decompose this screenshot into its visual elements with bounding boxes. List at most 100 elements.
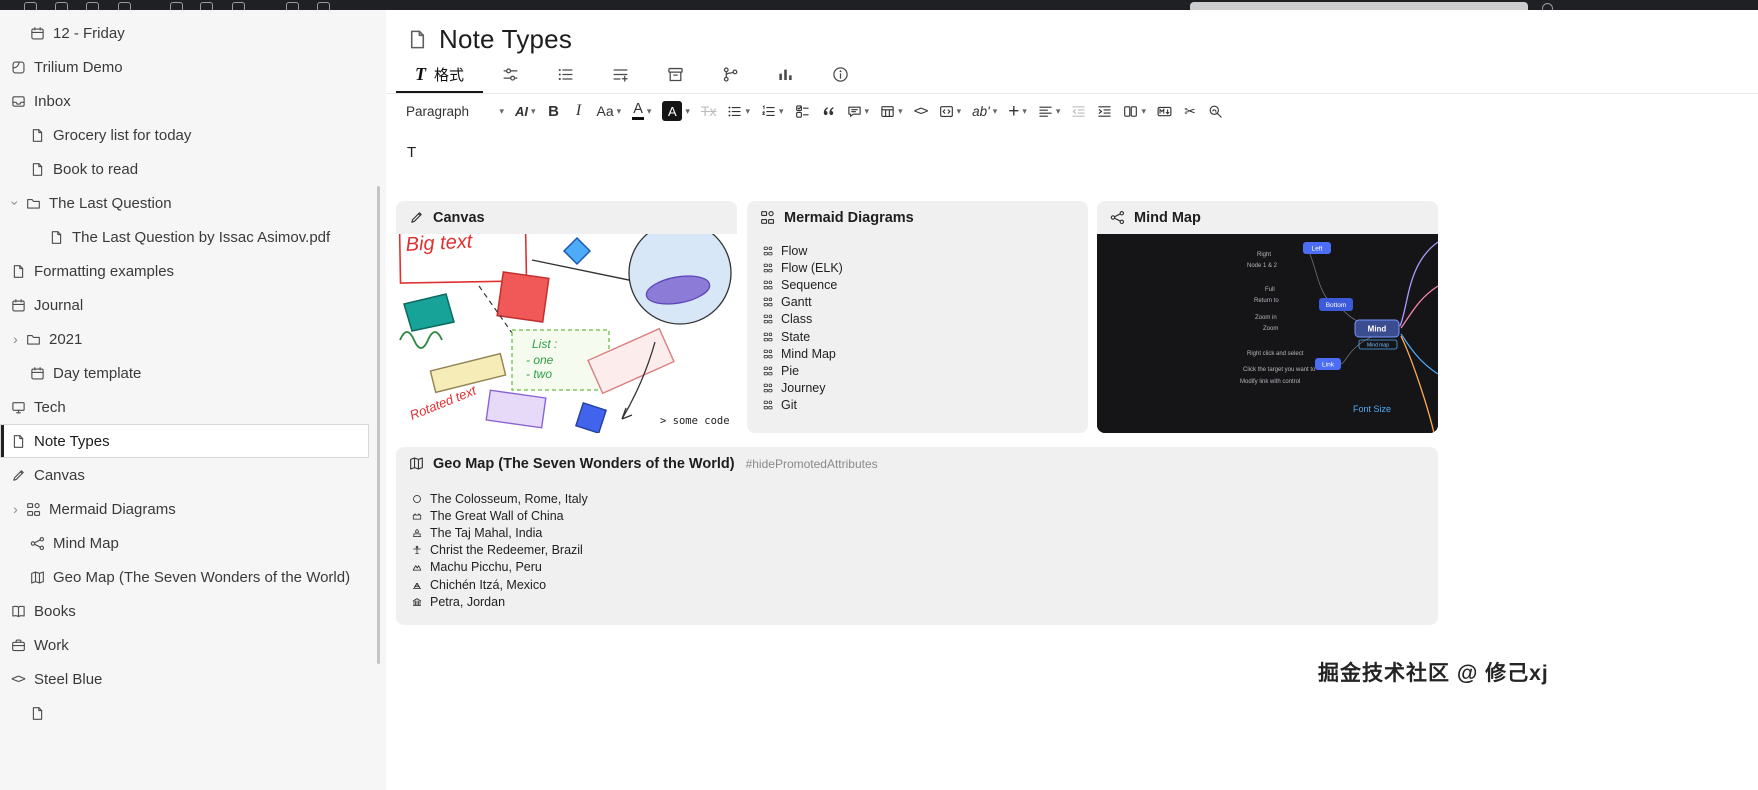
- history-back-icon[interactable]: [55, 2, 68, 10]
- markdown-button[interactable]: [1153, 97, 1176, 125]
- font-color-dropdown[interactable]: A ▾: [628, 97, 655, 125]
- remove-format-button[interactable]: Tx: [697, 97, 721, 125]
- ai-dropdown[interactable]: AI ▾: [511, 97, 540, 125]
- outdent-button[interactable]: [1067, 97, 1090, 125]
- insert-table-dropdown[interactable]: ▾: [876, 97, 907, 125]
- tree-item-books[interactable]: Books: [0, 594, 369, 628]
- inline-code-button[interactable]: <>: [910, 97, 932, 125]
- tab-note-paths[interactable]: [648, 57, 703, 93]
- numbered-list-dropdown[interactable]: ▾: [757, 97, 788, 125]
- geo-item-petra-jordan[interactable]: Petra, Jordan: [410, 593, 1424, 610]
- history-forward-icon[interactable]: [86, 2, 99, 10]
- indent-button[interactable]: [1093, 97, 1116, 125]
- tree-item-inbox[interactable]: Inbox: [0, 84, 369, 118]
- tree-item-mind-map[interactable]: Mind Map: [0, 526, 369, 560]
- menu-icon[interactable]: [24, 2, 37, 10]
- bulleted-list-dropdown[interactable]: ▾: [723, 97, 754, 125]
- tree-item-journal[interactable]: Journal: [0, 288, 369, 322]
- alignment-dropdown[interactable]: ▾: [1034, 97, 1065, 125]
- card-title: Canvas: [433, 209, 485, 226]
- insert-dropdown[interactable]: + ▾: [1004, 97, 1031, 125]
- tab-note-map[interactable]: [703, 57, 758, 93]
- mermaid-list: Flow Flow (ELK) Sequence Gantt Class State Min…: [747, 234, 1088, 414]
- new-tab-icon[interactable]: [118, 2, 131, 10]
- background-color-dropdown[interactable]: A ▾: [658, 97, 694, 125]
- bookmark-icon[interactable]: [317, 2, 330, 10]
- font-size-dropdown[interactable]: Aa ▾: [593, 97, 626, 125]
- tree-item-trilium-demo[interactable]: Trilium Demo: [0, 50, 369, 84]
- list-icon: [557, 66, 574, 83]
- mermaid-item-mind-map[interactable]: Mind Map: [761, 345, 1074, 362]
- tree-item-geo-map-the-seven-wonders-of-the-world[interactable]: Geo Map (The Seven Wonders of the World): [0, 560, 369, 594]
- geo-item-chich-n-itz-mexico[interactable]: Chichén Itzá, Mexico: [410, 576, 1424, 593]
- note-content[interactable]: T: [386, 128, 1758, 161]
- tree-item-canvas[interactable]: Canvas: [0, 458, 369, 492]
- tab-basic-properties[interactable]: [483, 57, 538, 93]
- quick-search-input[interactable]: [1190, 2, 1528, 10]
- layout-dropdown[interactable]: ▾: [1119, 97, 1150, 125]
- window-icon[interactable]: [286, 2, 299, 10]
- paragraph-dropdown[interactable]: Paragraph ▾: [402, 97, 508, 125]
- card-geomap-header[interactable]: Geo Map (The Seven Wonders of the World)…: [396, 447, 1438, 480]
- mermaid-item-flow[interactable]: Flow: [761, 242, 1074, 259]
- note-title[interactable]: Note Types: [439, 24, 572, 55]
- tree-item-tech[interactable]: Tech: [0, 390, 369, 424]
- card-mindmap-header[interactable]: Mind Map: [1097, 201, 1438, 234]
- geo-item-the-taj-mahal-india[interactable]: The Taj Mahal, India: [410, 524, 1424, 541]
- command-icon[interactable]: [232, 2, 245, 10]
- tree-scrollbar[interactable]: [377, 186, 380, 664]
- canvas-list-line: - two: [526, 367, 552, 381]
- canvas-list-line: List :: [532, 337, 557, 351]
- tree-item-formatting-examples[interactable]: Formatting examples: [0, 254, 369, 288]
- mermaid-item-pie[interactable]: Pie: [761, 362, 1074, 379]
- tree-item-work[interactable]: Work: [0, 628, 369, 662]
- subscript-dropdown[interactable]: ab' ▾: [968, 97, 1001, 125]
- block-quote-button[interactable]: [817, 97, 840, 125]
- italic-button[interactable]: I: [568, 97, 590, 125]
- tab-format[interactable]: T 格式: [396, 57, 484, 93]
- geo-item-christ-the-redeemer-brazil[interactable]: Christ the Redeemer, Brazil: [410, 542, 1424, 559]
- tab-owned-attributes[interactable]: [538, 57, 593, 93]
- admonition-dropdown[interactable]: ▾: [843, 97, 874, 125]
- help-icon[interactable]: [1542, 3, 1553, 10]
- card-mermaid-header[interactable]: Mermaid Diagrams: [747, 201, 1088, 234]
- tree-item-book-to-read[interactable]: Book to read: [0, 152, 369, 186]
- tree-item-the-last-question-by-issac-asimov-pdf[interactable]: The Last Question by Issac Asimov.pdf: [0, 220, 369, 254]
- calendar-today-icon[interactable]: [170, 2, 183, 10]
- expand-chevron-icon[interactable]: ›: [9, 501, 22, 517]
- bold-button[interactable]: B: [543, 97, 565, 125]
- tree-item-steel-blue[interactable]: <> Steel Blue: [0, 662, 369, 696]
- tree-item-note-types[interactable]: Note Types: [0, 424, 369, 458]
- mermaid-item-label: Flow: [781, 243, 808, 258]
- find-replace-button[interactable]: [1204, 97, 1227, 125]
- mermaid-item-git[interactable]: Git: [761, 397, 1074, 414]
- mermaid-item-class[interactable]: Class: [761, 311, 1074, 328]
- expand-chevron-icon[interactable]: ›: [9, 331, 22, 347]
- card-mermaid: Mermaid Diagrams Flow Flow (ELK) Sequence G…: [747, 201, 1088, 433]
- mermaid-item-flow-elk[interactable]: Flow (ELK): [761, 259, 1074, 276]
- tab-similar-notes[interactable]: [758, 57, 813, 93]
- tree-item-20[interactable]: [0, 696, 369, 730]
- geo-item-the-colosseum-rome-italy[interactable]: The Colosseum, Rome, Italy: [410, 490, 1424, 507]
- search-icon[interactable]: [200, 2, 213, 10]
- mermaid-item-journey[interactable]: Journey: [761, 380, 1074, 397]
- tree-item-mermaid-diagrams[interactable]: › Mermaid Diagrams: [0, 492, 369, 526]
- cut-to-note-button[interactable]: ✂: [1179, 97, 1201, 125]
- todo-list-button[interactable]: [791, 97, 814, 125]
- tab-note-info[interactable]: [813, 57, 868, 93]
- tree-item-2021[interactable]: › 2021: [0, 322, 369, 356]
- geo-item-the-great-wall-of-china[interactable]: The Great Wall of China: [410, 507, 1424, 524]
- code-block-dropdown[interactable]: ▾: [935, 97, 966, 125]
- card-canvas-header[interactable]: Canvas: [396, 201, 737, 234]
- chevron-down-icon: ▾: [745, 105, 751, 116]
- tree-item-the-last-question[interactable]: › The Last Question: [0, 186, 369, 220]
- expand-chevron-icon[interactable]: ›: [8, 197, 24, 210]
- tree-item-12-friday[interactable]: 12 - Friday: [0, 16, 369, 50]
- mermaid-item-gantt[interactable]: Gantt: [761, 294, 1074, 311]
- mermaid-item-sequence[interactable]: Sequence: [761, 276, 1074, 293]
- tab-inherited-attributes[interactable]: [593, 57, 648, 93]
- tree-item-grocery-list-for-today[interactable]: Grocery list for today: [0, 118, 369, 152]
- geo-item-machu-picchu-peru[interactable]: Machu Picchu, Peru: [410, 559, 1424, 576]
- tree-item-day-template[interactable]: Day template: [0, 356, 369, 390]
- mermaid-item-state[interactable]: State: [761, 328, 1074, 345]
